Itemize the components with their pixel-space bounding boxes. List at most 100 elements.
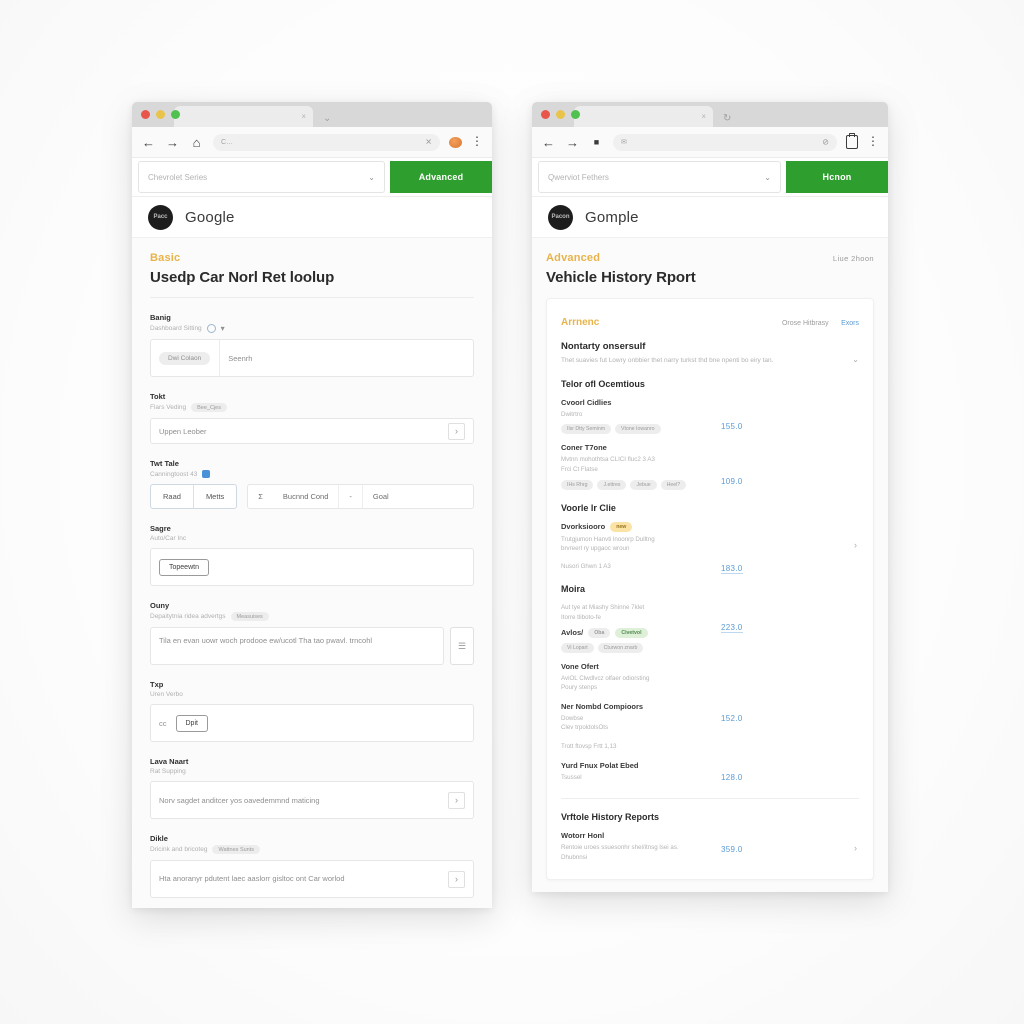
browser-window-right: × ↻ ← → ■ ✉ ⊘ ⋮ Qwerviot Fethers ⌄ Hcnon… — [532, 102, 888, 892]
item-sub: Aut tye at Miashy Shinne 7klet Itorre tl… — [561, 604, 645, 622]
list-item[interactable]: Yurd Fnux Polat Ebed Tsussel 128.0 — [561, 761, 859, 783]
list-item[interactable]: Wotorr Honl Rentoie uroes ssuesonhr shel… — [561, 831, 859, 862]
back-icon[interactable]: ← — [541, 135, 556, 150]
traffic-lights-right — [541, 110, 580, 119]
group-title: Telor ofl Ocemtious — [561, 378, 645, 389]
list-item[interactable]: Coner T7one Mvtnn mohothtsa CLICI fluc2 … — [561, 443, 859, 490]
list-item[interactable]: Vone Ofert AviOL Clwdlvcz olfaer odiorst… — [561, 662, 859, 693]
browser-tab-left[interactable]: × — [174, 106, 313, 127]
advanced-button[interactable]: Advanced — [390, 161, 492, 193]
address-bar-right[interactable]: ✉ ⊘ — [613, 133, 837, 151]
chevron-down-icon[interactable]: ⌄ — [852, 355, 859, 364]
list-item[interactable]: Dvorksiooro new Trutgjumon Hanvti lnoonr… — [561, 521, 859, 574]
brand-logo-icon: Pacc — [148, 204, 173, 230]
maximize-window-button[interactable] — [171, 110, 180, 119]
group-title: Voorle lr Clie — [561, 502, 616, 513]
section-eyebrow-aux: Liue 2hoon — [832, 254, 874, 263]
txp-input[interactable]: cc Dpit — [150, 704, 474, 742]
close-window-button[interactable] — [541, 110, 550, 119]
vehicle-history-card: Arrnenc Orose Hitbrasy Exors Nontarty on… — [546, 298, 874, 880]
item-sub: Trutgjumon Hanvti lnoonrp Dulltng brvree… — [561, 535, 655, 553]
item-sub: AviOL Clwdlvcz olfaer odiorsting Poury s… — [561, 674, 650, 692]
card-eyebrow: Arrnenc — [561, 317, 600, 328]
field-sub: Canningtoost 43 — [150, 470, 474, 478]
chevron-down-icon: ⌄ — [764, 172, 771, 182]
address-bar-left[interactable]: C… ✕ — [213, 133, 440, 151]
app-filter-bar-right: Qwerviot Fethers ⌄ Hcnon — [532, 158, 888, 197]
clipboard-icon[interactable] — [846, 133, 858, 149]
titlebar-right: × ↻ — [532, 102, 888, 127]
page-eyebrow-row: Advanced Liue 2hoon — [546, 252, 874, 264]
item-sub: Tsussel — [561, 773, 582, 781]
outline-chip[interactable]: Topeewtn — [159, 558, 209, 576]
item-sub: Rentoie uroes ssuesonhr shel/itnsg lsei … — [561, 844, 679, 861]
forward-icon[interactable]: → — [165, 135, 180, 150]
chevron-right-icon[interactable]: › — [448, 422, 465, 440]
sagre-input[interactable]: Topeewtn — [150, 548, 474, 586]
brand-row-left: Pacc Google — [132, 197, 492, 238]
browser-menu-icon[interactable]: ⋮ — [471, 135, 483, 147]
divider — [561, 798, 859, 800]
tokt-input[interactable]: Uppen Leober › — [150, 418, 474, 444]
page-title: Usedp Car Norl Ret loolup — [150, 269, 335, 286]
field-label: Twt Tale — [150, 459, 179, 468]
home-icon[interactable]: ■ — [589, 135, 604, 150]
item-value: 155.0 — [721, 421, 743, 431]
maximize-window-button[interactable] — [571, 110, 580, 119]
home-icon[interactable]: ⌂ — [189, 135, 204, 150]
back-icon[interactable]: ← — [141, 135, 156, 150]
field-sub: Depaitytnia ridea advertgs Measuises — [150, 612, 474, 621]
filter-select-left[interactable]: Chevrolet Series ⌄ — [138, 161, 385, 193]
list-item[interactable]: Cvoorl Cidlies Dwitrtro Ilsr Dtty Seminm… — [561, 398, 859, 435]
lava-naart-input[interactable]: Norv sagdet anditcer yos oavedemmnd mati… — [150, 781, 474, 819]
item-value: 223.0 — [721, 623, 743, 634]
segmented-control[interactable]: Raad Metts — [150, 484, 238, 509]
segmented-and-combo-row: Raad Metts Σ Bucnnd Cond - Goal — [150, 484, 474, 509]
tab-close-icon[interactable]: × — [301, 112, 306, 121]
list-item[interactable]: Aut tye at Miashy Shinne 7klet Itorre tl… — [561, 603, 859, 653]
close-window-button[interactable] — [141, 110, 150, 119]
tab-close-icon[interactable]: × — [701, 112, 706, 121]
filter-icon-button[interactable]: ☰ — [450, 627, 474, 665]
new-tab-icon[interactable]: ↻ — [723, 113, 731, 124]
chip: IHs Rhrg — [561, 479, 594, 490]
chip: Cturwon znarb — [597, 642, 644, 653]
browser-menu-icon[interactable]: ⋮ — [867, 135, 879, 147]
hcnon-button[interactable]: Hcnon — [786, 161, 888, 193]
chevron-right-icon[interactable]: › — [448, 791, 465, 809]
item-value: 109.0 — [721, 477, 743, 487]
chevron-right-icon[interactable]: › — [854, 540, 857, 550]
search-input-row[interactable]: Dwi Colaon Seenrh — [150, 339, 474, 377]
browser-tab-right[interactable]: × — [574, 106, 713, 127]
item-sub: Mvtnn mohothtsa CLICI fluc2 3 A3 Frci Ct… — [561, 456, 655, 473]
page-title: Vehicle History Rport — [546, 269, 696, 286]
chevron-right-icon[interactable]: › — [448, 870, 465, 888]
filter-select-right[interactable]: Qwerviot Fethers ⌄ — [538, 161, 781, 193]
new-tab-icon[interactable]: ⌄ — [323, 113, 331, 124]
segment-metts[interactable]: Metts — [194, 485, 236, 508]
minimize-window-button[interactable] — [156, 110, 165, 119]
chevron-right-icon[interactable]: › — [854, 843, 857, 853]
dikle-input[interactable]: Hta anoranyr pdutent laec aaslorr gislto… — [150, 860, 474, 898]
list-item[interactable]: Ner Nombd Compioors Dowbse Clev trpoldol… — [561, 702, 859, 752]
ouny-textarea[interactable]: Tila en evan uowr woch prodooe ew/ucotl … — [150, 627, 444, 665]
card-header-link[interactable]: Exors — [841, 320, 859, 327]
field-label: Txp — [150, 680, 164, 689]
combo-control[interactable]: Σ Bucnnd Cond - Goal — [247, 484, 474, 509]
field-pill: Bee_Cjes — [191, 403, 227, 412]
field-label: Banig — [150, 313, 171, 322]
field-banig: Banig Dashboard Sitting ▾ Dwi Colaon See… — [150, 313, 474, 377]
address-reload-icon[interactable]: ⊘ — [822, 138, 829, 147]
field-label: Tokt — [150, 392, 166, 401]
forward-icon[interactable]: → — [565, 135, 580, 150]
profile-avatar[interactable] — [449, 136, 462, 148]
item-name: Wotorr Honl — [561, 831, 605, 841]
minimize-window-button[interactable] — [556, 110, 565, 119]
input-chip[interactable]: Dwi Colaon — [159, 351, 211, 365]
address-clear-icon[interactable]: ✕ — [425, 138, 432, 147]
outline-chip[interactable]: Dpit — [175, 714, 208, 732]
segment-raad[interactable]: Raad — [151, 485, 194, 508]
group-title: Vrftole History Reports — [561, 812, 660, 823]
tokt-input-value: Uppen Leober — [159, 426, 207, 436]
item-name: Avlos/ Oba Civetvol — [561, 627, 859, 638]
